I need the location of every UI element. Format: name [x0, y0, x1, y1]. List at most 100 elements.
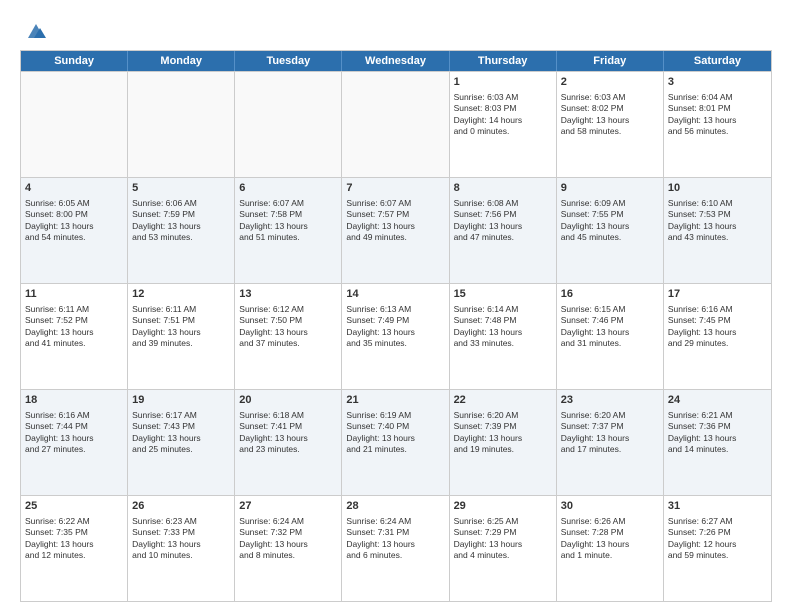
cal-cell-29: 29 Sunrise: 6:25 AMSunset: 7:29 PMDayligh… [450, 496, 557, 601]
cell-content: Sunrise: 6:04 AMSunset: 8:01 PMDaylight:… [668, 92, 767, 138]
cal-cell-3: 3 Sunrise: 6:04 AMSunset: 8:01 PMDaylight… [664, 72, 771, 177]
calendar: SundayMondayTuesdayWednesdayThursdayFrid… [20, 50, 772, 602]
day-number: 22 [454, 393, 552, 408]
day-number: 8 [454, 181, 552, 196]
cell-content: Sunrise: 6:16 AMSunset: 7:44 PMDaylight:… [25, 410, 123, 456]
cal-cell-8: 8 Sunrise: 6:08 AMSunset: 7:56 PMDaylight… [450, 178, 557, 283]
cell-content: Sunrise: 6:24 AMSunset: 7:32 PMDaylight:… [239, 516, 337, 562]
calendar-body: 1Sunrise: 6:03 AMSunset: 8:03 PMDaylight… [21, 71, 771, 601]
cal-cell-empty [342, 72, 449, 177]
cell-content: Sunrise: 6:07 AMSunset: 7:57 PMDaylight:… [346, 198, 444, 244]
cell-content: Sunrise: 6:13 AMSunset: 7:49 PMDaylight:… [346, 304, 444, 350]
cal-cell-24: 24 Sunrise: 6:21 AMSunset: 7:36 PMDayligh… [664, 390, 771, 495]
day-number: 28 [346, 499, 444, 514]
cell-content: Sunrise: 6:16 AMSunset: 7:45 PMDaylight:… [668, 304, 767, 350]
calendar-week-2: 4 Sunrise: 6:05 AMSunset: 8:00 PMDaylight… [21, 177, 771, 283]
day-number: 14 [346, 287, 444, 302]
cal-cell-9: 9 Sunrise: 6:09 AMSunset: 7:55 PMDaylight… [557, 178, 664, 283]
day-number: 21 [346, 393, 444, 408]
cal-cell-12: 12 Sunrise: 6:11 AMSunset: 7:51 PMDayligh… [128, 284, 235, 389]
cal-cell-7: 7 Sunrise: 6:07 AMSunset: 7:57 PMDaylight… [342, 178, 449, 283]
day-number: 24 [668, 393, 767, 408]
day-number: 10 [668, 181, 767, 196]
header-day-sunday: Sunday [21, 51, 128, 71]
day-number: 29 [454, 499, 552, 514]
day-number: 13 [239, 287, 337, 302]
page: SundayMondayTuesdayWednesdayThursdayFrid… [0, 0, 792, 612]
day-number: 3 [668, 75, 767, 90]
day-number: 19 [132, 393, 230, 408]
day-number: 4 [25, 181, 123, 196]
cell-content: Sunrise: 6:08 AMSunset: 7:56 PMDaylight:… [454, 198, 552, 244]
cell-content: Sunrise: 6:11 AMSunset: 7:52 PMDaylight:… [25, 304, 123, 350]
cell-content: Sunrise: 6:20 AMSunset: 7:39 PMDaylight:… [454, 410, 552, 456]
cell-content: Sunrise: 6:10 AMSunset: 7:53 PMDaylight:… [668, 198, 767, 244]
cal-cell-14: 14 Sunrise: 6:13 AMSunset: 7:49 PMDayligh… [342, 284, 449, 389]
cell-content: Sunrise: 6:06 AMSunset: 7:59 PMDaylight:… [132, 198, 230, 244]
header [20, 16, 772, 42]
cal-cell-empty [235, 72, 342, 177]
cell-content: Sunrise: 6:26 AMSunset: 7:28 PMDaylight:… [561, 516, 659, 562]
day-number: 23 [561, 393, 659, 408]
cal-cell-1: 1Sunrise: 6:03 AMSunset: 8:03 PMDaylight… [450, 72, 557, 177]
cell-content: Sunrise: 6:05 AMSunset: 8:00 PMDaylight:… [25, 198, 123, 244]
day-number: 9 [561, 181, 659, 196]
cell-content: Sunrise: 6:20 AMSunset: 7:37 PMDaylight:… [561, 410, 659, 456]
calendar-week-4: 18Sunrise: 6:16 AMSunset: 7:44 PMDayligh… [21, 389, 771, 495]
day-number: 7 [346, 181, 444, 196]
day-number: 25 [25, 499, 123, 514]
cal-cell-25: 25Sunrise: 6:22 AMSunset: 7:35 PMDayligh… [21, 496, 128, 601]
cal-cell-21: 21 Sunrise: 6:19 AMSunset: 7:40 PMDayligh… [342, 390, 449, 495]
cal-cell-2: 2 Sunrise: 6:03 AMSunset: 8:02 PMDaylight… [557, 72, 664, 177]
cal-cell-6: 6 Sunrise: 6:07 AMSunset: 7:58 PMDaylight… [235, 178, 342, 283]
cell-content: Sunrise: 6:23 AMSunset: 7:33 PMDaylight:… [132, 516, 230, 562]
cal-cell-19: 19 Sunrise: 6:17 AMSunset: 7:43 PMDayligh… [128, 390, 235, 495]
day-number: 30 [561, 499, 659, 514]
cell-content: Sunrise: 6:19 AMSunset: 7:40 PMDaylight:… [346, 410, 444, 456]
cell-content: Sunrise: 6:07 AMSunset: 7:58 PMDaylight:… [239, 198, 337, 244]
day-number: 11 [25, 287, 123, 302]
calendar-week-5: 25Sunrise: 6:22 AMSunset: 7:35 PMDayligh… [21, 495, 771, 601]
cell-content: Sunrise: 6:03 AMSunset: 8:02 PMDaylight:… [561, 92, 659, 138]
cell-content: Sunrise: 6:21 AMSunset: 7:36 PMDaylight:… [668, 410, 767, 456]
cell-content: Sunrise: 6:12 AMSunset: 7:50 PMDaylight:… [239, 304, 337, 350]
cal-cell-18: 18Sunrise: 6:16 AMSunset: 7:44 PMDayligh… [21, 390, 128, 495]
day-number: 27 [239, 499, 337, 514]
cell-content: Sunrise: 6:11 AMSunset: 7:51 PMDaylight:… [132, 304, 230, 350]
day-number: 6 [239, 181, 337, 196]
logo-icon [24, 20, 46, 42]
cell-content: Sunrise: 6:24 AMSunset: 7:31 PMDaylight:… [346, 516, 444, 562]
cell-content: Sunrise: 6:27 AMSunset: 7:26 PMDaylight:… [668, 516, 767, 562]
cell-content: Sunrise: 6:03 AMSunset: 8:03 PMDaylight:… [454, 92, 552, 138]
cal-cell-5: 5 Sunrise: 6:06 AMSunset: 7:59 PMDaylight… [128, 178, 235, 283]
cell-content: Sunrise: 6:25 AMSunset: 7:29 PMDaylight:… [454, 516, 552, 562]
header-day-friday: Friday [557, 51, 664, 71]
header-day-wednesday: Wednesday [342, 51, 449, 71]
header-day-saturday: Saturday [664, 51, 771, 71]
header-day-thursday: Thursday [450, 51, 557, 71]
cal-cell-27: 27 Sunrise: 6:24 AMSunset: 7:32 PMDayligh… [235, 496, 342, 601]
cell-content: Sunrise: 6:15 AMSunset: 7:46 PMDaylight:… [561, 304, 659, 350]
cal-cell-13: 13 Sunrise: 6:12 AMSunset: 7:50 PMDayligh… [235, 284, 342, 389]
cell-content: Sunrise: 6:14 AMSunset: 7:48 PMDaylight:… [454, 304, 552, 350]
day-number: 15 [454, 287, 552, 302]
cal-cell-26: 26 Sunrise: 6:23 AMSunset: 7:33 PMDayligh… [128, 496, 235, 601]
cell-content: Sunrise: 6:09 AMSunset: 7:55 PMDaylight:… [561, 198, 659, 244]
day-number: 31 [668, 499, 767, 514]
day-number: 12 [132, 287, 230, 302]
cal-cell-22: 22 Sunrise: 6:20 AMSunset: 7:39 PMDayligh… [450, 390, 557, 495]
day-number: 2 [561, 75, 659, 90]
day-number: 16 [561, 287, 659, 302]
header-day-tuesday: Tuesday [235, 51, 342, 71]
cal-cell-30: 30 Sunrise: 6:26 AMSunset: 7:28 PMDayligh… [557, 496, 664, 601]
day-number: 5 [132, 181, 230, 196]
cell-content: Sunrise: 6:17 AMSunset: 7:43 PMDaylight:… [132, 410, 230, 456]
cal-cell-4: 4 Sunrise: 6:05 AMSunset: 8:00 PMDaylight… [21, 178, 128, 283]
calendar-week-3: 11 Sunrise: 6:11 AMSunset: 7:52 PMDayligh… [21, 283, 771, 389]
day-number: 26 [132, 499, 230, 514]
cal-cell-28: 28 Sunrise: 6:24 AMSunset: 7:31 PMDayligh… [342, 496, 449, 601]
cal-cell-31: 31 Sunrise: 6:27 AMSunset: 7:26 PMDayligh… [664, 496, 771, 601]
logo [20, 20, 46, 42]
calendar-header: SundayMondayTuesdayWednesdayThursdayFrid… [21, 51, 771, 71]
cal-cell-15: 15 Sunrise: 6:14 AMSunset: 7:48 PMDayligh… [450, 284, 557, 389]
